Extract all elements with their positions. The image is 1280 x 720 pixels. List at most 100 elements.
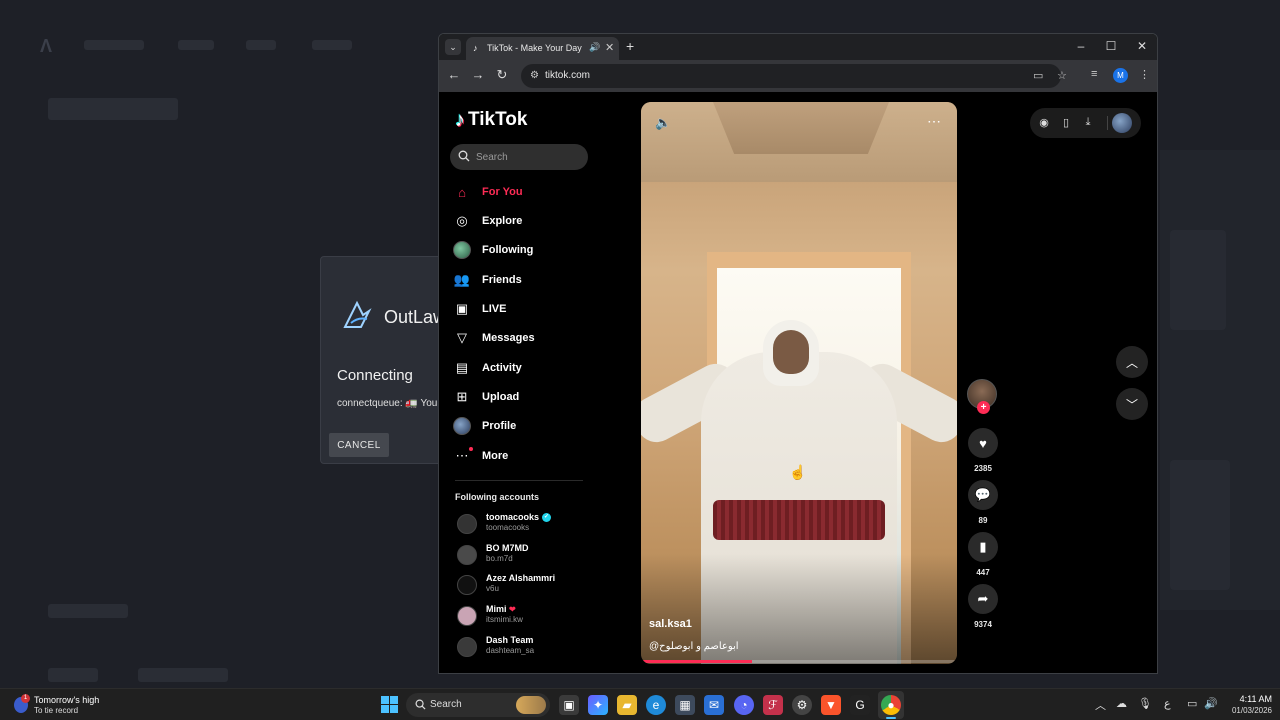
app-red-icon[interactable]: ℱ <box>763 695 783 715</box>
new-tab-button[interactable]: + <box>626 38 634 54</box>
tab-media-icon[interactable]: ≡ <box>1091 68 1097 80</box>
menu-label: Upload <box>482 391 520 403</box>
steam-icon[interactable]: ⚙ <box>792 695 812 715</box>
save-button[interactable]: ▮ <box>968 532 998 562</box>
windows-start-icon[interactable] <box>381 696 398 713</box>
phone-icon[interactable]: ▯ <box>1059 116 1073 129</box>
file-explorer-icon[interactable]: ▰ <box>617 695 637 715</box>
chevron-up-icon: ︿ <box>1125 355 1138 370</box>
reload-icon[interactable]: ↻ <box>494 67 510 83</box>
account-item[interactable]: BO M7MD bo.m7d <box>455 542 595 568</box>
video-progress-bar[interactable] <box>643 660 955 663</box>
tab-tiktok[interactable]: ♪ TikTok - Make Your Day 🔊 ✕ <box>466 37 619 60</box>
language-icon[interactable]: ع <box>1164 697 1171 710</box>
video-more-icon[interactable]: ⋯ <box>927 113 942 130</box>
browser-window: ⌄ ♪ TikTok - Make Your Day 🔊 ✕ + – ☐ ✕ ←… <box>438 33 1158 674</box>
search-box[interactable] <box>450 144 588 170</box>
menu-profile[interactable]: Profile <box>453 414 593 438</box>
tiktok-logo[interactable]: ♪ TikTok <box>455 108 527 132</box>
share-count: 9374 <box>974 620 992 629</box>
video-player[interactable]: 🔈 ⋯ ☝ sal.ksa1 ابوعاصم و ابوصلوح@ <box>641 102 957 664</box>
menu-for-you[interactable]: ⌂ For You <box>453 180 593 204</box>
video-scene-ceiling-recess <box>713 102 889 154</box>
menu-friends[interactable]: 👥 Friends <box>453 268 593 292</box>
brave-icon[interactable]: ▼ <box>821 695 841 715</box>
heart-icon: ♥ <box>979 435 987 451</box>
cast-icon[interactable]: ▭ <box>1033 69 1043 82</box>
menu-live[interactable]: ▣ LIVE <box>453 297 593 321</box>
menu-explore[interactable]: ◎ Explore <box>453 209 593 233</box>
tab-audio-icon[interactable]: 🔊 <box>589 42 600 53</box>
tray-overflow-icon[interactable]: ︿ <box>1095 697 1106 713</box>
tab-search-button[interactable]: ⌄ <box>445 39 461 55</box>
discord-icon[interactable]: ◔ <box>734 695 754 715</box>
minimize-icon[interactable]: – <box>1074 39 1088 53</box>
tiktok-wordmark: TikTok <box>468 109 528 130</box>
weather-alert-badge: 1 <box>21 694 30 703</box>
account-name: Azez Alshammri <box>486 573 556 583</box>
search-input[interactable] <box>476 148 582 166</box>
tiktok-favicon-icon: ♪ <box>473 43 478 53</box>
clock-date[interactable]: 01/03/2026 <box>1222 706 1272 715</box>
tiktok-note-icon: ♪ <box>455 108 465 131</box>
taskbar-search-label: Search <box>430 699 462 710</box>
user-avatar[interactable] <box>1112 113 1132 133</box>
messages-icon: ▽ <box>457 330 467 345</box>
account-name: Dash Team <box>486 635 534 645</box>
taskbar-search[interactable]: Search <box>406 693 550 717</box>
app-dark-icon[interactable]: G <box>850 695 870 715</box>
tab-close-icon[interactable]: ✕ <box>605 41 614 54</box>
menu-more[interactable]: ⋯ More <box>453 444 593 468</box>
follow-plus-icon[interactable]: + <box>977 401 990 414</box>
menu-upload[interactable]: ⊞ Upload <box>453 385 593 409</box>
forward-icon[interactable]: → <box>470 67 486 82</box>
like-count: 2385 <box>974 464 992 473</box>
next-video-button[interactable]: ﹀ <box>1116 388 1148 420</box>
chrome-icon[interactable]: ● <box>881 695 901 715</box>
network-icon[interactable]: ▭ <box>1187 697 1197 710</box>
tab-title: TikTok - Make Your Day <box>487 43 582 53</box>
back-icon[interactable]: ← <box>446 67 462 82</box>
cancel-button[interactable]: CANCEL <box>329 433 389 457</box>
tiktok-page: ♪ TikTok ⌂ For You ◎ Explore Following 👥… <box>439 92 1157 673</box>
mail-icon[interactable]: ✉ <box>704 695 724 715</box>
video-author[interactable]: sal.ksa1 <box>649 618 692 630</box>
weather-widget[interactable]: 1 Tomorrow's high To tie record <box>12 693 122 717</box>
account-item[interactable]: Mimi ❤ itsmimi.kw <box>455 603 595 629</box>
menu-label: Profile <box>482 420 517 432</box>
menu-messages[interactable]: ▽ Messages <box>453 326 593 350</box>
widgets-icon[interactable]: ✦ <box>588 695 608 715</box>
volume-tray-icon[interactable]: 🔊 <box>1204 697 1218 710</box>
onedrive-icon[interactable]: ☁ <box>1116 697 1127 710</box>
menu-label: For You <box>482 186 523 198</box>
previous-video-button[interactable]: ︿ <box>1116 346 1148 378</box>
windows-taskbar: 1 Tomorrow's high To tie record Search ▣… <box>0 688 1280 720</box>
profile-avatar-button[interactable]: M <box>1113 68 1128 83</box>
menu-label: Explore <box>482 215 523 227</box>
account-item[interactable]: Dash Team dashteam_sa <box>455 634 595 660</box>
site-settings-icon[interactable]: ⚙ <box>530 70 539 81</box>
browser-menu-icon[interactable]: ⋮ <box>1139 68 1150 81</box>
clock-time[interactable]: 4:11 AM <box>1222 694 1272 704</box>
menu-following[interactable]: Following <box>453 238 593 262</box>
account-item[interactable]: toomacooks ✓ toomacooks <box>455 511 595 537</box>
live-tv-icon: ▣ <box>455 301 469 316</box>
store-icon[interactable]: ▦ <box>675 695 695 715</box>
edge-icon[interactable]: e <box>646 695 666 715</box>
bookmark-star-icon[interactable]: ☆ <box>1057 69 1067 82</box>
upload-icon: ⊞ <box>456 389 468 404</box>
task-view-icon[interactable]: ▣ <box>559 695 579 715</box>
close-window-icon[interactable]: ✕ <box>1135 39 1149 53</box>
comment-button[interactable]: 💬 <box>968 480 998 510</box>
comment-icon: 💬 <box>974 487 992 502</box>
coin-icon[interactable]: ◉ <box>1037 116 1051 129</box>
share-button[interactable]: ➦ <box>968 584 998 614</box>
maximize-icon[interactable]: ☐ <box>1104 39 1118 53</box>
like-button[interactable]: ♥ <box>968 428 998 458</box>
menu-activity[interactable]: ▤ Activity <box>453 356 593 380</box>
download-icon[interactable]: ⤓ <box>1081 116 1095 129</box>
address-bar[interactable]: ⚙ tiktok.com ▭ ☆ <box>521 64 1067 88</box>
microphone-icon[interactable]: 🎙 <box>1138 697 1152 710</box>
account-item[interactable]: Azez Alshammri v6u <box>455 572 595 598</box>
volume-icon[interactable]: 🔈 <box>655 115 671 131</box>
